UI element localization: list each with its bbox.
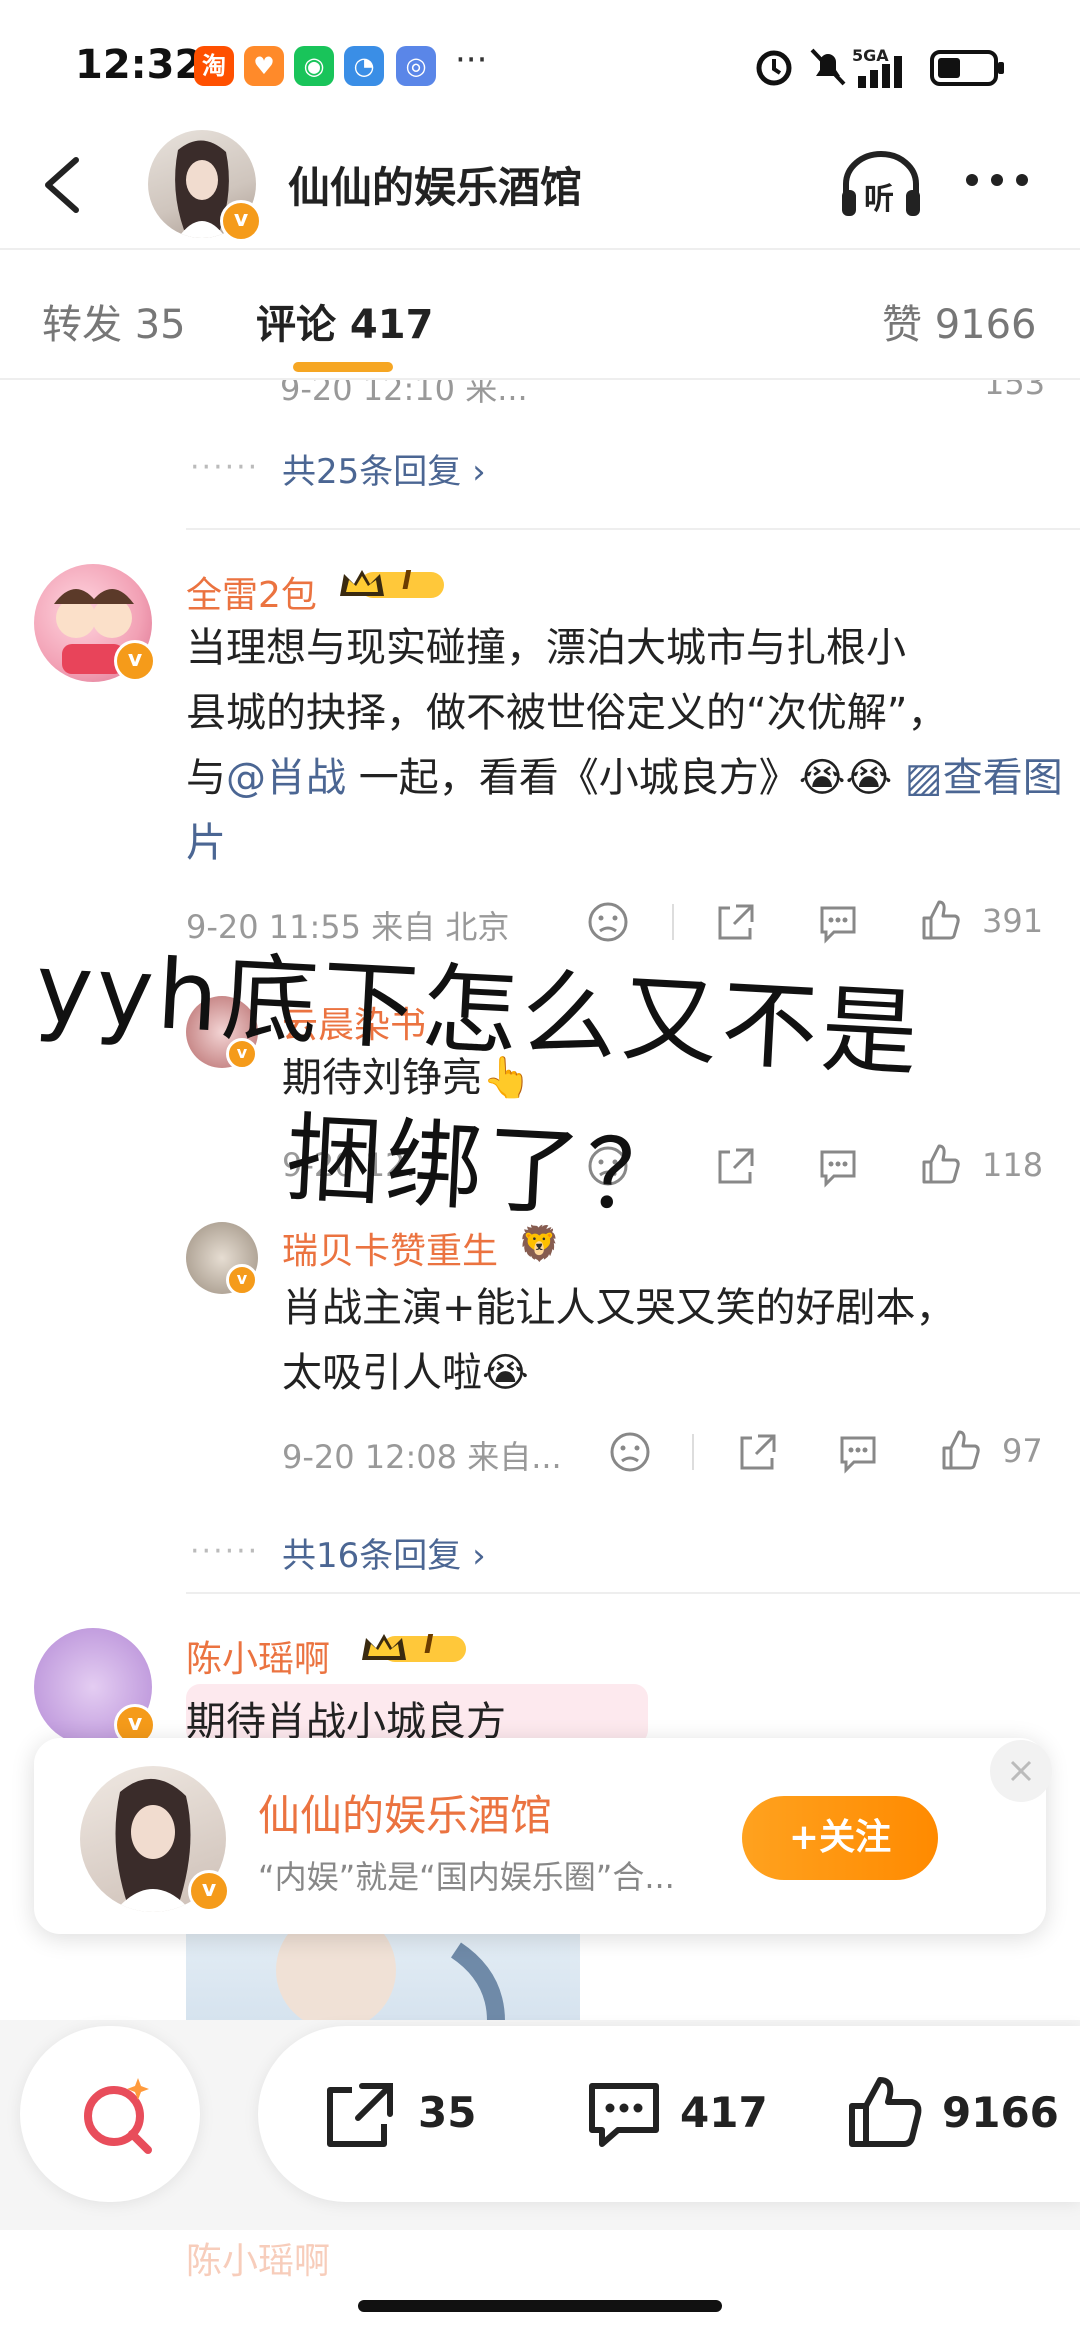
reply-icon[interactable] xyxy=(816,900,860,944)
member-crown-badge-icon: I xyxy=(358,1630,468,1666)
reply-meta: 9-20 12:08 来自... xyxy=(282,1438,562,1476)
repost-count[interactable]: 35 xyxy=(418,2088,476,2137)
mention-link[interactable]: @肖战 xyxy=(226,755,346,801)
alarm-icon xyxy=(756,50,792,86)
comment-text-line: 县城的抉择，做不被世俗定义的“次优解”， xyxy=(186,690,948,736)
reply-icon[interactable] xyxy=(836,1430,880,1474)
tab-comments[interactable]: 评论 417 xyxy=(256,292,433,350)
heart-app-icon: ♥ xyxy=(244,46,284,86)
dislike-icon[interactable] xyxy=(608,1430,652,1474)
tab-likes[interactable]: 赞 9166 xyxy=(882,292,1037,350)
comment-divider xyxy=(186,528,1080,530)
handwritten-annotation-line1: yyh底下怎么又不是 xyxy=(32,931,925,1091)
app-icon: ◎ xyxy=(396,46,436,86)
active-tab-indicator xyxy=(293,362,393,372)
header-divider xyxy=(0,248,1080,250)
ai-search-button[interactable] xyxy=(20,2026,200,2202)
comment-count[interactable]: 417 xyxy=(680,2088,768,2137)
image-icon: ▨ xyxy=(904,755,943,801)
reply-text-content: 太吸引人啦 xyxy=(282,1350,482,1396)
share-icon[interactable] xyxy=(736,1430,780,1474)
dislike-icon[interactable] xyxy=(586,900,630,944)
action-separator xyxy=(692,1434,694,1470)
share-icon[interactable] xyxy=(714,900,758,944)
repost-icon[interactable] xyxy=(322,2080,398,2150)
like-icon[interactable] xyxy=(846,2074,924,2150)
reply-username[interactable]: 瑞贝卡赞重生 xyxy=(282,1222,498,1274)
comment-text: 当理想与现实碰撞，漂泊大城市与扎根小 县城的抉择，做不被世俗定义的“次优解”， … xyxy=(186,616,1066,876)
reply-text-line: 太吸引人啦😭 xyxy=(282,1341,956,1406)
member-level: I xyxy=(424,1630,434,1660)
action-separator xyxy=(672,904,674,940)
like-icon[interactable] xyxy=(918,1142,962,1186)
follow-button[interactable]: +关注 xyxy=(742,1796,938,1880)
crying-emoji: 😭😭 xyxy=(798,755,893,801)
reply-text: 肖战主演+能让人又哭又笑的好剧本， 太吸引人啦😭 xyxy=(282,1276,956,1406)
prev-comment-meta-row: 9-20 12:10 来... 153 xyxy=(0,380,1080,410)
like-icon[interactable] xyxy=(938,1428,982,1472)
status-time: 12:32 xyxy=(75,42,203,88)
verified-badge-icon: v xyxy=(220,200,262,242)
verified-badge-icon: v xyxy=(226,1264,258,1296)
reply-likes: 97 xyxy=(1002,1432,1043,1470)
more-replies-link[interactable]: 共16条回复 › xyxy=(282,1528,486,1577)
prev-comment-likes: 153 xyxy=(984,380,1046,402)
chat-app-icon: ◔ xyxy=(344,46,384,86)
close-card-button[interactable] xyxy=(990,1740,1052,1802)
verified-badge-icon: v xyxy=(188,1870,230,1912)
like-count[interactable]: 9166 xyxy=(942,2088,1059,2137)
comment-username[interactable]: 陈小瑶啊 xyxy=(186,1630,330,1682)
comment-text-suffix: 一起，看看《小城良方》 xyxy=(346,755,799,801)
verified-badge-icon: v xyxy=(114,640,156,682)
close-icon xyxy=(1010,1760,1032,1782)
follow-card-description: “内娱”就是“国内娱乐圈”合... xyxy=(258,1858,675,1896)
battery-icon xyxy=(930,50,1004,86)
prev-more-replies-link[interactable]: 共25条回复 › xyxy=(282,444,486,493)
handwritten-annotation-line2: 捆绑了？ xyxy=(282,1101,689,1235)
tab-reposts[interactable]: 转发 35 xyxy=(42,292,186,350)
crying-emoji: 😭 xyxy=(482,1350,529,1396)
mute-icon xyxy=(810,48,846,86)
home-indicator[interactable] xyxy=(358,2300,722,2312)
reply-indent-dots: ······ xyxy=(190,450,260,485)
share-icon[interactable] xyxy=(714,1144,758,1188)
reply-icon[interactable] xyxy=(816,1144,860,1188)
more-notifications-icon: ··· xyxy=(455,40,488,80)
comment-username: 陈小瑶啊 xyxy=(186,2241,331,2282)
comment-username[interactable]: 全雷2包 xyxy=(186,566,317,618)
follow-card-name[interactable]: 仙仙的娱乐酒馆 xyxy=(258,1782,552,1843)
comment-icon[interactable] xyxy=(586,2078,662,2150)
comment-text-prefix: 与 xyxy=(186,755,226,801)
member-level: I xyxy=(402,566,412,596)
taobao-icon: 淘 xyxy=(194,46,234,86)
ai-search-icon xyxy=(84,2078,152,2154)
prev-comment-meta: 9-20 12:10 来... xyxy=(280,380,528,408)
reply-text-line: 肖战主演+能让人又哭又笑的好剧本， xyxy=(282,1285,956,1331)
reply-likes: 118 xyxy=(982,1146,1044,1184)
comment-divider xyxy=(186,1592,1080,1594)
like-icon[interactable] xyxy=(918,898,962,942)
comment-likes: 391 xyxy=(982,902,1044,940)
status-bar: 12:32 淘 ♥ ◉ ◔ ◎ ··· 5GA xyxy=(0,0,1080,130)
comment-text-line: 当理想与现实碰撞，漂泊大城市与扎根小 xyxy=(186,625,906,671)
comment-text-line: 与@肖战 一起，看看《小城良方》😭😭 ▨查看图片 xyxy=(186,746,1066,876)
signal-icon xyxy=(858,56,902,88)
page-title: 仙仙的娱乐酒馆 xyxy=(288,163,583,212)
listen-label: 听 xyxy=(864,182,894,217)
back-button[interactable] xyxy=(36,150,96,220)
reply-indent-dots: ······ xyxy=(190,1534,260,1569)
listen-button[interactable]: 听 xyxy=(838,150,924,220)
member-crown-badge-icon: I xyxy=(336,566,446,602)
wechat-icon: ◉ xyxy=(294,46,334,86)
more-options-icon[interactable] xyxy=(962,160,1032,200)
